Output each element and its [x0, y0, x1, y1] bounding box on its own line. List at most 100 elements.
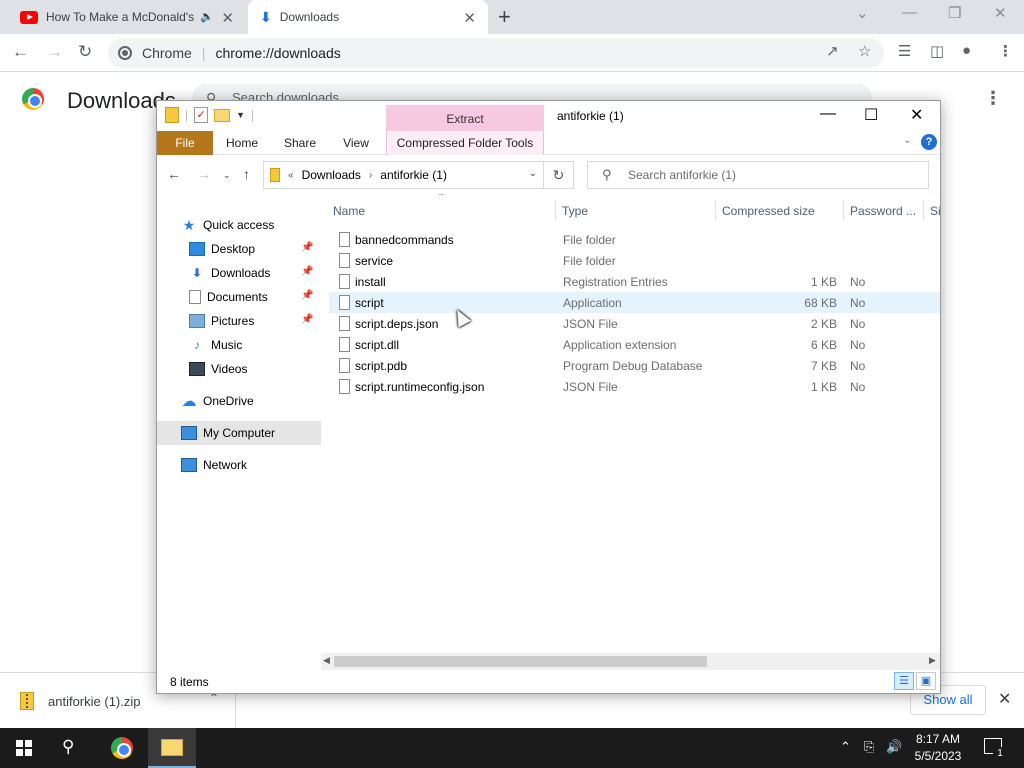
overflow-chevron-icon[interactable]: «	[288, 170, 294, 181]
reload-icon[interactable]: ↻	[78, 42, 92, 62]
new-tab-button[interactable]: +	[498, 4, 511, 30]
forward-arrow-icon[interactable]: →	[46, 42, 63, 62]
forward-arrow-icon[interactable]: →	[197, 166, 211, 182]
bookmark-star-icon[interactable]: ☆	[858, 42, 871, 60]
back-arrow-icon[interactable]: ←	[167, 166, 181, 182]
taskbar-chrome[interactable]	[98, 728, 146, 768]
share-icon[interactable]: ↗	[826, 42, 839, 60]
large-icons-view-icon[interactable]: ▣	[916, 672, 936, 690]
file-row[interactable]: script Application 68 KB No	[329, 292, 940, 313]
file-name: service	[355, 254, 394, 268]
file-row[interactable]: script.pdb Program Debug Database 7 KB N…	[329, 355, 940, 376]
restore-icon[interactable]: ❐	[948, 4, 961, 22]
profile-icon[interactable]: ●	[962, 42, 971, 59]
tab-share[interactable]: Share	[275, 131, 325, 155]
expand-ribbon-icon[interactable]: ⌄	[903, 135, 911, 146]
downloads-menu-icon[interactable]: ⋮	[984, 88, 1002, 109]
nav-item-onedrive[interactable]: ☁ OneDrive	[157, 389, 321, 413]
nav-item-music[interactable]: ♪ Music	[157, 333, 321, 357]
column-header-type[interactable]: Type	[562, 204, 588, 218]
nav-item-network[interactable]: Network	[157, 453, 321, 477]
extract-context-tab[interactable]: Extract	[386, 105, 544, 131]
explorer-titlebar: | ✓ ▼ | Extract antiforkie (1) — ☐ ✕	[157, 101, 940, 131]
close-icon[interactable]: ✕	[463, 9, 476, 27]
nav-item-videos[interactable]: Videos	[157, 357, 321, 381]
nav-item-my-computer[interactable]: My Computer	[157, 421, 321, 445]
file-type: Application extension	[563, 338, 677, 352]
column-header-compressed-size[interactable]: Compressed size	[722, 204, 815, 218]
close-icon[interactable]: ✕	[221, 9, 234, 27]
file-row[interactable]: bannedcommands File folder	[329, 229, 940, 250]
nav-item-desktop[interactable]: Desktop 📌	[157, 237, 321, 261]
nav-item-quick-access[interactable]: ★ Quick access	[157, 213, 321, 237]
file-password: No	[850, 338, 866, 352]
pin-icon[interactable]: 📌	[301, 314, 313, 325]
customize-qat-icon[interactable]: ▼	[236, 110, 245, 120]
file-row[interactable]: service File folder	[329, 250, 940, 271]
breadcrumb-downloads[interactable]: Downloads	[302, 168, 361, 182]
maximize-icon[interactable]: ☐	[864, 105, 878, 125]
file-row[interactable]: install Registration Entries 1 KB No	[329, 271, 940, 292]
tab-search-icon[interactable]: ⌄	[856, 4, 869, 22]
close-window-icon[interactable]: ✕	[910, 105, 923, 125]
tab-youtube[interactable]: How To Make a McDonald's 🔈 ✕	[8, 0, 246, 34]
column-header-password[interactable]: Password ...	[850, 204, 916, 218]
star-icon: ★	[182, 216, 196, 233]
address-breadcrumb[interactable]: « Downloads › antiforkie (1) ⌄	[263, 161, 544, 189]
column-divider[interactable]	[715, 200, 716, 220]
column-divider[interactable]	[923, 200, 924, 220]
search-icon[interactable]: ⚲	[62, 737, 74, 757]
windows-start-icon[interactable]	[16, 740, 32, 756]
file-row[interactable]: script.deps.json JSON File 2 KB No	[329, 313, 940, 334]
file-row[interactable]: script.runtimeconfig.json JSON File 1 KB…	[329, 376, 940, 397]
tab-home[interactable]: Home	[217, 131, 267, 155]
column-divider[interactable]	[555, 200, 556, 220]
details-view-icon[interactable]: ☰	[894, 672, 914, 690]
column-divider[interactable]	[843, 200, 844, 220]
volume-icon[interactable]: 🔊	[886, 739, 902, 755]
tab-compressed-folder-tools[interactable]: Compressed Folder Tools	[386, 131, 544, 155]
chevron-up-icon[interactable]: ⌃	[840, 739, 851, 755]
explorer-search-input[interactable]: ⚲ Search antiforkie (1)	[587, 161, 929, 189]
menu-kebab-icon[interactable]: ⋮	[998, 42, 1013, 60]
file-row[interactable]: script.dll Application extension 6 KB No	[329, 334, 940, 355]
close-window-icon[interactable]: ✕	[994, 4, 1007, 22]
tab-downloads[interactable]: ⬇ Downloads ✕	[248, 0, 488, 34]
network-tray-icon[interactable]: ⎘	[864, 739, 874, 755]
scroll-right-icon[interactable]: ▶	[929, 655, 936, 666]
media-controls-icon[interactable]: ☰	[898, 42, 911, 60]
system-clock[interactable]: 8:17 AM 5/5/2023	[912, 731, 964, 765]
chevron-down-icon[interactable]: ⌄	[529, 168, 537, 179]
nav-item-pictures[interactable]: Pictures 📌	[157, 309, 321, 333]
recent-locations-icon[interactable]: ⌄	[223, 170, 231, 181]
speaker-icon[interactable]: 🔈	[200, 10, 214, 23]
nav-item-downloads[interactable]: ⬇ Downloads 📌	[157, 261, 321, 285]
taskbar-file-explorer[interactable]	[148, 728, 196, 768]
nav-item-documents[interactable]: Documents 📌	[157, 285, 321, 309]
file-name: bannedcommands	[355, 233, 454, 247]
properties-icon[interactable]: ✓	[194, 107, 209, 123]
side-panel-icon[interactable]: ◫	[930, 42, 944, 60]
chevron-right-icon[interactable]: ›	[369, 170, 372, 181]
nav-label: My Computer	[203, 426, 276, 440]
column-header-name[interactable]: Name	[333, 204, 365, 218]
new-folder-icon[interactable]	[214, 108, 231, 122]
help-icon[interactable]: ?	[921, 134, 937, 150]
pin-icon[interactable]: 📌	[301, 266, 313, 277]
scroll-left-icon[interactable]: ◀	[323, 655, 330, 666]
scrollbar-thumb[interactable]	[334, 656, 707, 667]
pin-icon[interactable]: 📌	[301, 242, 313, 253]
tab-file[interactable]: File	[157, 131, 213, 155]
tab-view[interactable]: View	[331, 131, 381, 155]
back-arrow-icon[interactable]: ←	[12, 42, 29, 62]
minimize-icon[interactable]: —	[902, 4, 917, 21]
up-arrow-icon[interactable]: ↑	[243, 166, 250, 182]
close-shelf-icon[interactable]: ✕	[998, 689, 1011, 709]
horizontal-scrollbar[interactable]: ◀ ▶	[321, 653, 940, 670]
column-header-size[interactable]: Si	[930, 204, 940, 218]
refresh-icon[interactable]: ↻	[544, 161, 574, 189]
pin-icon[interactable]: 📌	[301, 290, 313, 301]
minimize-icon[interactable]: —	[820, 105, 836, 123]
address-bar[interactable]: Chrome | chrome://downloads	[108, 38, 884, 68]
breadcrumb-current[interactable]: antiforkie (1)	[380, 168, 447, 182]
